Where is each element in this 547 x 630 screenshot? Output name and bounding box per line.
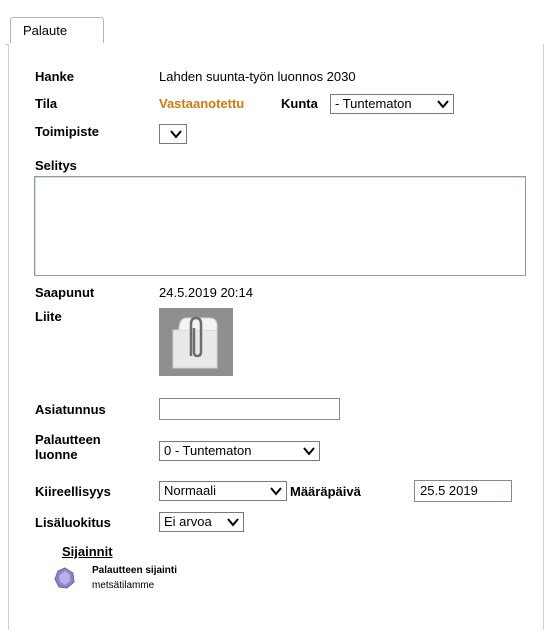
maarapaiva-label: Määräpäivä [290,484,361,499]
attachment-thumbnail[interactable] [159,308,233,376]
kunta-select[interactable]: - Tuntematon [330,94,454,114]
sijainnit-link[interactable]: Sijainnit [62,544,113,559]
saapunut-value: 24.5.2019 20:14 [159,285,253,300]
tila-label: Tila [35,96,58,111]
chevron-down-icon [303,447,315,456]
toimipiste-select[interactable] [159,124,187,144]
hanke-value: Lahden suunta-työn luonnos 2030 [159,69,356,84]
selitys-label: Selitys [35,158,77,173]
status-value: Vastaanotettu [159,96,245,111]
kunta-select-value: - Tuntematon [335,96,412,111]
sijainti-title[interactable]: Palautteen sijainti [92,565,177,576]
kiireellisyys-select-value: Normaali [164,483,217,498]
palautteen-luonne-select[interactable]: 0 - Tuntematon [159,441,320,461]
liite-label: Liite [35,309,62,324]
asiatunnus-label: Asiatunnus [35,402,106,417]
tab-palaute[interactable]: Palaute [10,17,104,43]
sijainti-subtitle: metsätilamme [92,580,155,591]
kiireellisyys-label: Kiireellisyys [35,484,111,499]
chevron-down-icon [227,518,239,527]
selitys-textarea[interactable] [34,176,526,276]
chevron-down-icon [170,130,182,139]
maarapaiva-input[interactable]: 25.5 2019 [414,480,512,502]
kunta-label: Kunta [281,96,318,111]
kiireellisyys-select[interactable]: Normaali [159,481,287,501]
lisaluokitus-label: Lisäluokitus [35,515,111,530]
hanke-label: Hanke [35,69,75,84]
lisaluokitus-select-value: Ei arvoa [164,514,212,529]
paperclip-icon [172,316,218,369]
palautteen-luonne-label-line1: Palautteen [35,432,101,447]
map-marker-icon [54,567,76,589]
palautteen-luonne-label: Palautteen luonne [35,432,101,462]
saapunut-label: Saapunut [35,285,95,300]
lisaluokitus-select[interactable]: Ei arvoa [159,512,244,532]
asiatunnus-input[interactable] [159,398,340,420]
palautteen-luonne-select-value: 0 - Tuntematon [164,443,252,458]
chevron-down-icon [437,100,449,109]
toimipiste-label: Toimipiste [35,124,100,139]
palautteen-luonne-label-line2: luonne [35,447,78,462]
chevron-down-icon [270,487,282,496]
